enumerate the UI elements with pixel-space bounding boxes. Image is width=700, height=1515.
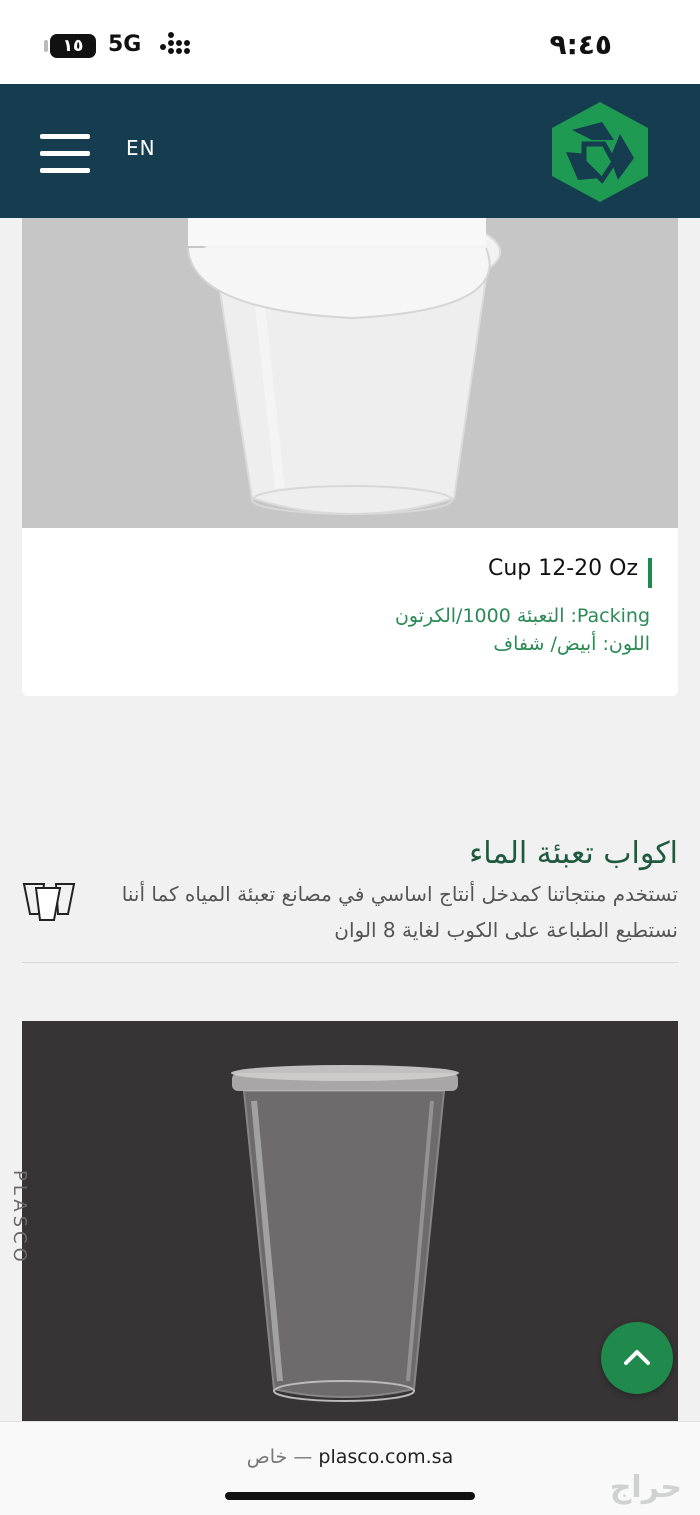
section-title: اكواب تعبئة الماء [469,836,678,871]
url-domain: plasco.com.sa [318,1446,454,1468]
product-card[interactable]: Cup 12-20 Oz Packing: التعبئة 1000/الكرت… [22,218,678,696]
scroll-to-top-button[interactable] [601,1322,673,1394]
url-separator: — [287,1446,319,1468]
product-name: Cup 12-20 Oz [487,556,638,581]
product-image-white-cup[interactable] [22,218,678,528]
browser-address-bar[interactable]: خاص — plasco.com.sa حراج [0,1421,700,1515]
product-image-clear-cup[interactable] [22,1021,678,1421]
color-info: اللون: أبيض/ شفاف [493,633,650,655]
status-bar: ١٥ 5G ٩:٤٥ [0,0,700,84]
home-indicator[interactable] [225,1492,475,1500]
language-toggle[interactable]: EN [126,136,156,160]
packing-info: Packing: التعبئة 1000/الكرتون [394,605,650,627]
product-details: Packing: التعبئة 1000/الكرتون اللون: أبي… [395,602,650,658]
product-watermark: PLASCO [9,1170,30,1266]
signal-icon [160,32,190,58]
hamburger-menu-icon[interactable] [40,134,90,174]
plasco-logo[interactable] [544,100,656,204]
private-label: خاص [246,1446,288,1468]
title-accent-bar [648,558,652,588]
section-description: تستخدم منتجاتنا كمدخل أنتاج اساسي في مصا… [121,882,678,942]
battery-indicator: ١٥ [44,34,96,58]
section-divider [22,962,678,963]
haraj-watermark: حراج [609,1470,682,1505]
chevron-up-icon [624,1350,650,1365]
site-header: EN [0,84,700,218]
cups-icon [22,883,76,921]
network-label: 5G [108,32,142,57]
url-display[interactable]: خاص — plasco.com.sa [0,1446,700,1468]
status-time: ٩:٤٥ [549,28,612,61]
